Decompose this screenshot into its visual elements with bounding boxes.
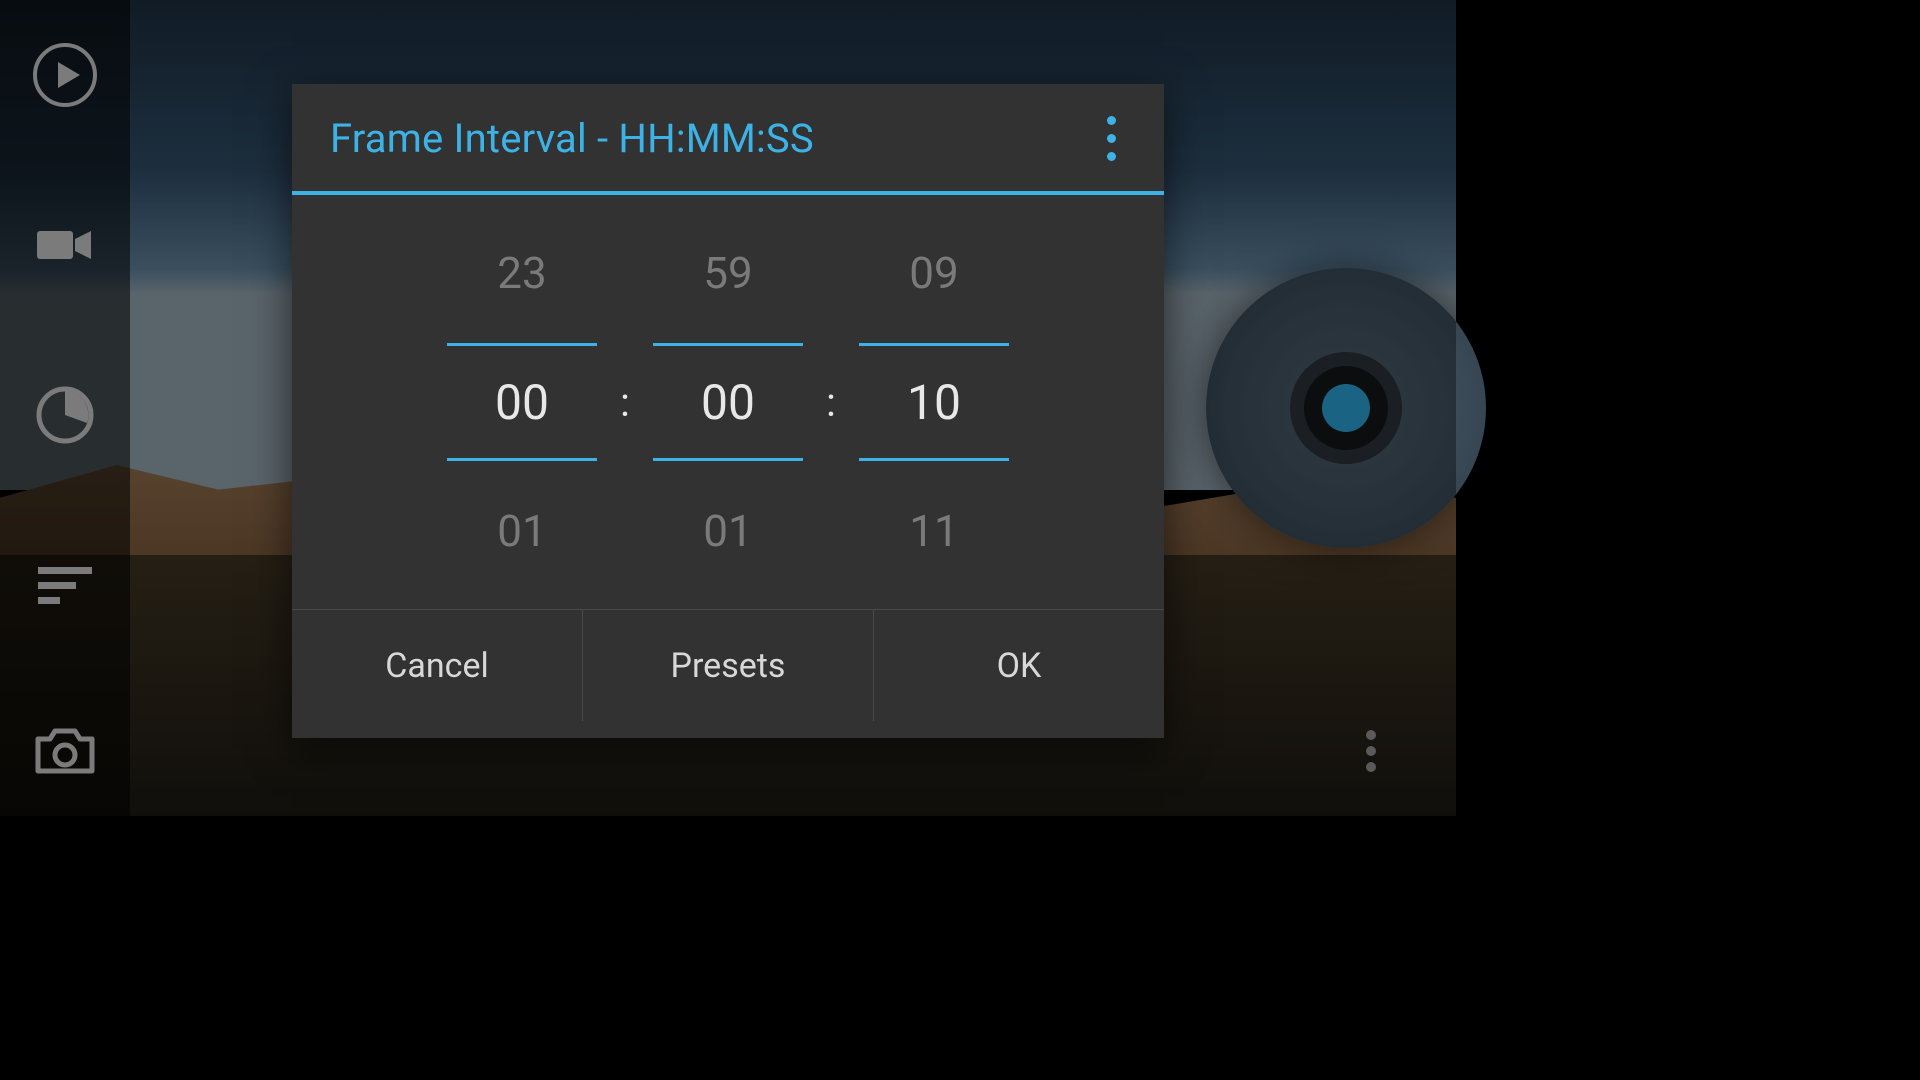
frame-interval-dialog: Frame Interval - HH:MM:SS 23 00 01 : 59 xyxy=(292,84,1164,738)
hours-column[interactable]: 23 00 01 xyxy=(432,233,612,571)
presets-button[interactable]: Presets xyxy=(583,610,874,721)
dialog-title: Frame Interval - HH:MM:SS xyxy=(330,115,814,162)
seconds-current[interactable]: 10 xyxy=(907,374,961,431)
separator-hm: : xyxy=(612,379,638,426)
hours-current[interactable]: 00 xyxy=(495,374,549,431)
hours-prev[interactable]: 23 xyxy=(497,233,546,313)
cancel-button[interactable]: Cancel xyxy=(292,610,583,721)
hours-current-wrap: 00 xyxy=(447,343,597,461)
minutes-prev[interactable]: 59 xyxy=(703,233,752,313)
minutes-current-wrap: 00 xyxy=(653,343,803,461)
minutes-column[interactable]: 59 00 01 xyxy=(638,233,818,571)
app-root: Frame Interval - HH:MM:SS 23 00 01 : 59 xyxy=(0,0,1456,816)
seconds-current-wrap: 10 xyxy=(859,343,1009,461)
minutes-current[interactable]: 00 xyxy=(701,374,755,431)
hours-next[interactable]: 01 xyxy=(497,491,546,571)
dialog-button-row: Cancel Presets OK xyxy=(292,609,1164,721)
seconds-column[interactable]: 09 10 11 xyxy=(844,233,1024,571)
separator-ms: : xyxy=(818,379,844,426)
seconds-prev[interactable]: 09 xyxy=(909,233,958,313)
dialog-overflow-button[interactable] xyxy=(1096,112,1126,165)
more-vert-icon xyxy=(1107,116,1116,125)
dialog-header: Frame Interval - HH:MM:SS xyxy=(292,84,1164,191)
ok-button[interactable]: OK xyxy=(874,610,1164,721)
seconds-next[interactable]: 11 xyxy=(909,491,958,571)
minutes-next[interactable]: 01 xyxy=(703,491,752,571)
time-picker: 23 00 01 : 59 00 01 : 09 10 xyxy=(292,195,1164,609)
